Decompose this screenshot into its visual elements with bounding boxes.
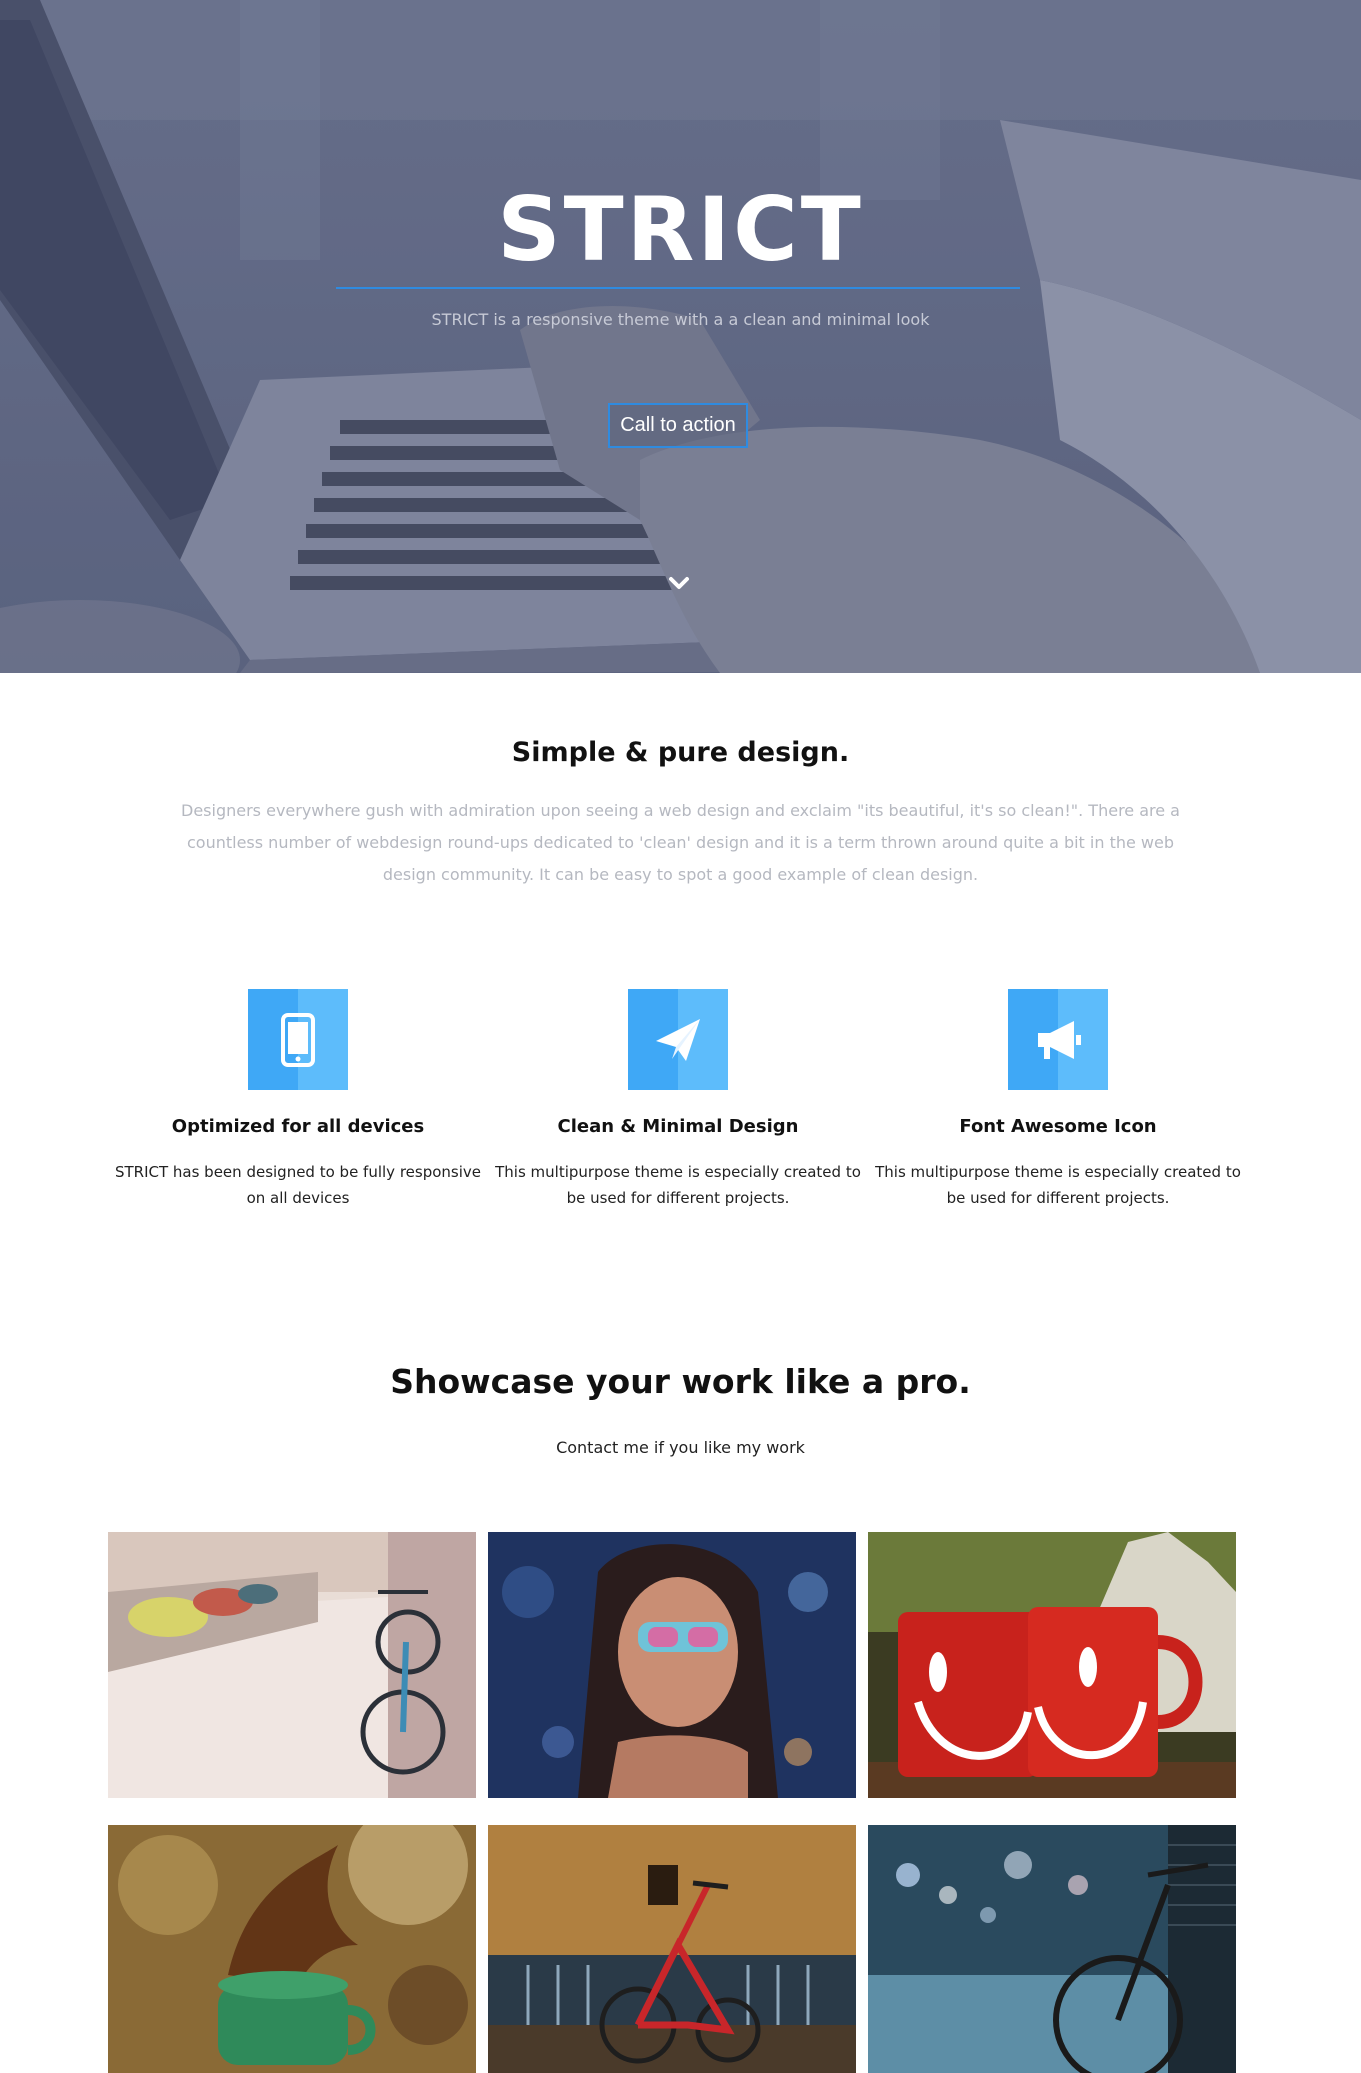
- red-bicycle-photo: [488, 1825, 856, 2073]
- hero-overlay: [0, 0, 1361, 673]
- feature-text: This multipurpose theme is especially cr…: [875, 1163, 1241, 1207]
- portfolio-item-red-bicycle[interactable]: [488, 1825, 856, 2073]
- hero-title: STRICT: [497, 178, 864, 281]
- bicycle-on-street-photo: [108, 1532, 476, 1798]
- hero-section: STRICT STRICT is a responsive theme with…: [0, 0, 1361, 673]
- feature-text: STRICT has been designed to be fully res…: [114, 1163, 482, 1207]
- showcase-title: Showcase your work like a pro.: [390, 1362, 971, 1401]
- mobile-phone-icon: [281, 1013, 315, 1067]
- hero-subtitle: STRICT is a responsive theme with a a cl…: [431, 310, 930, 329]
- intro-title: Simple & pure design.: [511, 737, 850, 768]
- call-to-action-button[interactable]: Call to action: [608, 403, 748, 448]
- feature-icon-box: [628, 989, 728, 1090]
- feature-clean-design: Clean & Minimal Design This multipurpose…: [488, 989, 868, 1211]
- red-smiley-mugs-photo: [868, 1532, 1236, 1798]
- feature-title: Font Awesome Icon: [959, 1116, 1157, 1137]
- woman-with-sunglasses-photo: [488, 1532, 856, 1798]
- portfolio-item-cup-splash[interactable]: [108, 1825, 476, 2073]
- bicycle-night-street-photo: [868, 1825, 1236, 2073]
- portfolio-item-woman-sunglasses[interactable]: [488, 1532, 856, 1798]
- feature-font-awesome: Font Awesome Icon This multipurpose them…: [868, 989, 1248, 1211]
- chevron-down-icon[interactable]: [668, 576, 690, 592]
- megaphone-icon: [1038, 1021, 1081, 1059]
- feature-title: Optimized for all devices: [171, 1116, 425, 1137]
- portfolio-item-red-mugs[interactable]: [868, 1532, 1236, 1798]
- feature-text: This multipurpose theme is especially cr…: [495, 1163, 861, 1207]
- intro-text: Designers everywhere gush with admiratio…: [181, 801, 1180, 884]
- feature-icon-box: [248, 989, 348, 1090]
- feature-icon-box: [1008, 989, 1108, 1090]
- portfolio-item-bicycle-night[interactable]: [868, 1825, 1236, 2073]
- feature-title: Clean & Minimal Design: [557, 1116, 799, 1137]
- showcase-subtitle: Contact me if you like my work: [556, 1438, 805, 1457]
- paper-plane-icon: [656, 1019, 700, 1061]
- green-cup-splash-photo: [108, 1825, 476, 2073]
- hero-divider: [336, 287, 1020, 289]
- feature-devices: Optimized for all devices STRICT has bee…: [108, 989, 488, 1211]
- portfolio-item-bicycle-street[interactable]: [108, 1532, 476, 1798]
